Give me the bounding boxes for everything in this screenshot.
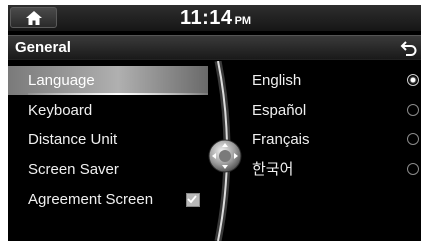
infotainment-screen: 11:14 PM General Language Keyboard Distan… [8,5,421,241]
page-title: General [15,39,71,56]
menu-item-label: Agreement Screen [28,191,154,208]
clock-time: 11:14 [180,7,233,29]
title-bar: General [8,35,421,60]
language-option-spanish[interactable]: Español [236,96,421,125]
language-option-french[interactable]: Français [236,125,421,154]
language-label: 한국어 [252,161,294,178]
status-bar: 11:14 PM [8,5,421,31]
clock: 11:14 PM [180,6,251,30]
clock-ampm: PM [234,15,252,27]
language-label: Español [252,102,307,119]
radio-button[interactable] [407,74,419,86]
menu-item-label: Distance Unit [28,131,118,148]
language-option-korean[interactable]: 한국어 [236,155,421,184]
language-label: Français [252,131,310,148]
back-arrow-icon[interactable] [400,39,418,57]
radio-button[interactable] [407,133,419,145]
menu-item-label: Screen Saver [28,161,119,178]
radio-button[interactable] [407,104,419,116]
language-label: English [252,72,302,89]
home-icon [26,11,42,25]
menu-item-label: Language [28,72,95,89]
menu-item-label: Keyboard [28,102,93,119]
radio-button[interactable] [407,163,419,175]
language-option-english[interactable]: English [236,66,421,95]
home-button[interactable] [10,7,57,28]
language-list: English Español Français 한국어 [236,61,421,241]
